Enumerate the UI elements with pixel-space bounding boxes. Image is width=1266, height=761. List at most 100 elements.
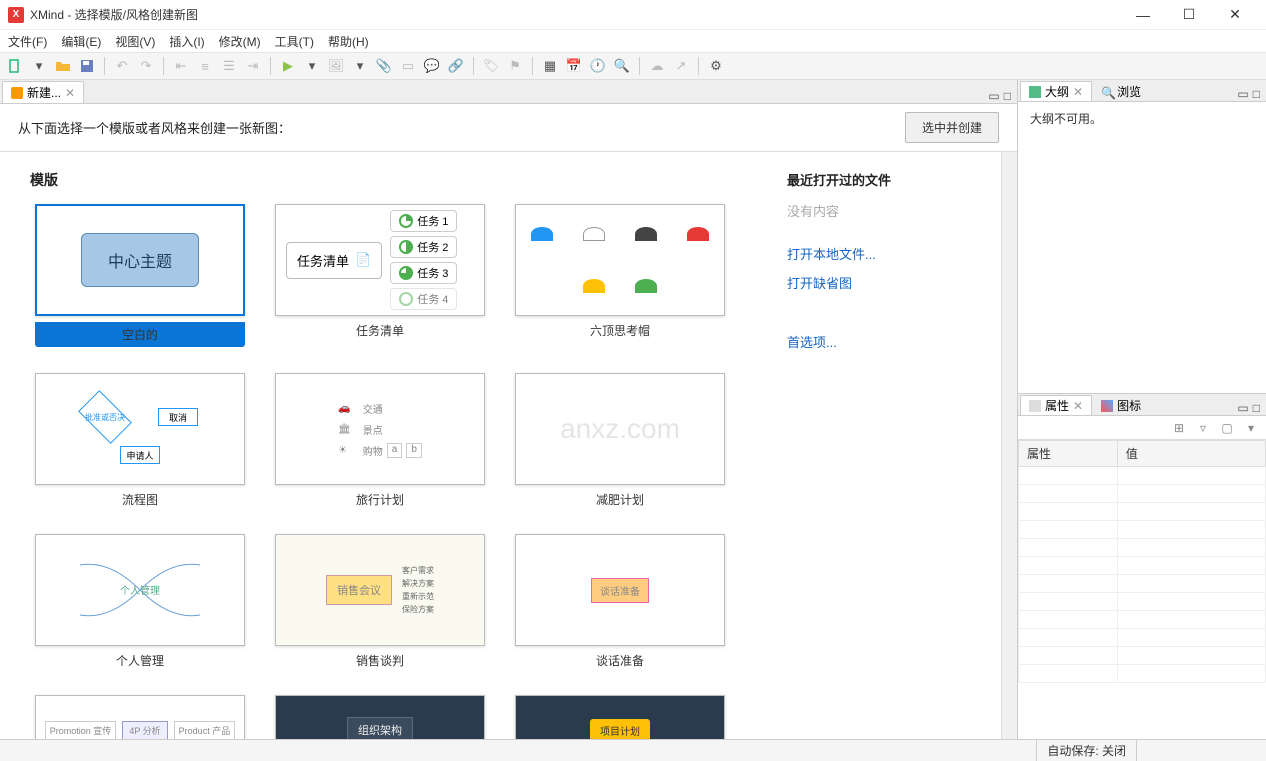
undo-icon[interactable]: ↶ xyxy=(111,55,133,77)
image-icon[interactable]: 🖼 xyxy=(325,55,347,77)
open-local-link[interactable]: 打开本地文件... xyxy=(787,244,985,263)
close-icon[interactable]: ✕ xyxy=(1073,85,1083,99)
table-row xyxy=(1019,485,1266,503)
table-row xyxy=(1019,575,1266,593)
instruction-text: 从下面选择一个模版或者风格来创建一张新图： xyxy=(18,118,905,137)
template-sixhats[interactable]: 六顶思考帽 xyxy=(510,204,730,347)
note-icon[interactable]: ▭ xyxy=(397,55,419,77)
menu-insert[interactable]: 插入(I) xyxy=(169,33,204,50)
template-label: 谈话准备 xyxy=(596,652,644,669)
outdent-icon[interactable]: ⇤ xyxy=(170,55,192,77)
zoom-icon[interactable]: 🔍 xyxy=(611,55,633,77)
template-diet[interactable]: anxz.com 减肥计划 xyxy=(510,373,730,508)
tab-new[interactable]: 新建... ✕ xyxy=(2,81,84,103)
template-flowchart[interactable]: 批准或否决 取消 申请人 流程图 xyxy=(30,373,250,508)
table-icon xyxy=(1029,400,1041,412)
menu-modify[interactable]: 修改(M) xyxy=(219,33,261,50)
window-title: XMind - 选择模版/风格创建新图 xyxy=(30,6,1120,23)
template-project[interactable]: 项目计划 xyxy=(510,695,730,739)
watermark: anxz.com xyxy=(560,413,680,445)
menu-help[interactable]: 帮助(H) xyxy=(328,33,369,50)
recent-heading: 最近打开过的文件 xyxy=(787,170,985,189)
preferences-link[interactable]: 首选项... xyxy=(787,332,985,351)
export-icon[interactable]: ↗ xyxy=(670,55,692,77)
open-folder-icon[interactable] xyxy=(52,55,74,77)
minimize-button[interactable]: ― xyxy=(1120,0,1166,30)
tab-icons[interactable]: 图标 xyxy=(1092,395,1150,415)
more-icon[interactable]: ▾ xyxy=(1242,419,1260,437)
menu-view[interactable]: 视图(V) xyxy=(115,33,155,50)
template-4p[interactable]: Promotion 宣传 4P 分析 Product 产品 xyxy=(30,695,250,739)
dropdown-icon[interactable]: ▾ xyxy=(28,55,50,77)
menu-tools[interactable]: 工具(T) xyxy=(275,33,314,50)
link-icon[interactable]: 🔗 xyxy=(445,55,467,77)
tree-icon[interactable]: ⊞ xyxy=(1170,419,1188,437)
dropdown-icon[interactable]: ▾ xyxy=(349,55,371,77)
template-personal[interactable]: 个人管理 个人管理 xyxy=(30,534,250,669)
table-row xyxy=(1019,647,1266,665)
properties-toolbar: ⊞ ▿ ▢ ▾ xyxy=(1018,416,1266,440)
play-icon[interactable]: ▶ xyxy=(277,55,299,77)
titlebar: X XMind - 选择模版/风格创建新图 ― ☐ ✕ xyxy=(0,0,1266,30)
minimize-view-icon[interactable]: ▭ xyxy=(988,89,999,103)
template-org[interactable]: 组织架构 xyxy=(270,695,490,739)
maximize-button[interactable]: ☐ xyxy=(1166,0,1212,30)
indent-icon[interactable]: ⇥ xyxy=(242,55,264,77)
settings-icon[interactable]: ⚙ xyxy=(705,55,727,77)
instruction-row: 从下面选择一个模版或者风格来创建一张新图： 选中并创建 xyxy=(0,104,1017,152)
menu-file[interactable]: 文件(F) xyxy=(8,33,47,50)
grid-icon[interactable]: ▦ xyxy=(539,55,561,77)
maximize-view-icon[interactable]: □ xyxy=(1004,89,1011,103)
template-tasklist[interactable]: 任务清单📄 任务 1 任务 2 任务 3 任务 4 任务清单 xyxy=(270,204,490,347)
template-travel[interactable]: 🚗交通 🏛景点 ☀购物ab 旅行计划 xyxy=(270,373,490,508)
minimize-icon[interactable]: ▭ xyxy=(1237,401,1248,415)
menu-edit[interactable]: 编辑(E) xyxy=(61,33,101,50)
clock-icon[interactable]: 🕐 xyxy=(587,55,609,77)
comment-icon[interactable]: 💬 xyxy=(421,55,443,77)
template-label: 销售谈判 xyxy=(356,652,404,669)
maximize-icon[interactable]: □ xyxy=(1253,401,1260,415)
tab-browse[interactable]: 🔍 浏览 xyxy=(1092,81,1150,101)
minimize-icon[interactable]: ▭ xyxy=(1237,87,1248,101)
separator xyxy=(698,57,699,75)
tag-icon[interactable]: 🏷 xyxy=(480,55,502,77)
calendar-icon[interactable]: 📅 xyxy=(563,55,585,77)
search-icon: 🔍 xyxy=(1101,86,1113,98)
redo-icon[interactable]: ↷ xyxy=(135,55,157,77)
tab-outline[interactable]: 大纲 ✕ xyxy=(1020,81,1092,101)
separator xyxy=(639,57,640,75)
list-icon[interactable]: ≡ xyxy=(194,55,216,77)
template-sales[interactable]: 销售会议 客户需求 解决方案 重新示范 保险方案 销售谈判 xyxy=(270,534,490,669)
maximize-icon[interactable]: □ xyxy=(1253,87,1260,101)
template-label: 空白的 xyxy=(122,328,158,342)
attachment-icon[interactable]: 📎 xyxy=(373,55,395,77)
menubar: 文件(F) 编辑(E) 视图(V) 插入(I) 修改(M) 工具(T) 帮助(H… xyxy=(0,30,1266,52)
close-icon[interactable]: ✕ xyxy=(1073,399,1083,413)
tab-close-icon[interactable]: ✕ xyxy=(65,86,75,100)
filter-icon[interactable]: ▿ xyxy=(1194,419,1212,437)
table-row xyxy=(1019,539,1266,557)
col-value[interactable]: 值 xyxy=(1117,441,1265,467)
template-talk[interactable]: 谈话准备 谈话准备 xyxy=(510,534,730,669)
table-row xyxy=(1019,521,1266,539)
align-icon[interactable]: ☰ xyxy=(218,55,240,77)
dropdown-icon[interactable]: ▾ xyxy=(301,55,323,77)
separator xyxy=(104,57,105,75)
table-row xyxy=(1019,611,1266,629)
cloud-up-icon[interactable]: ☁ xyxy=(646,55,668,77)
template-label: 旅行计划 xyxy=(356,491,404,508)
save-icon[interactable] xyxy=(76,55,98,77)
separator xyxy=(473,57,474,75)
properties-tabbar: 属性 ✕ 图标 ▭ □ xyxy=(1018,394,1266,416)
open-default-link[interactable]: 打开缺省图 xyxy=(787,273,985,292)
tab-properties[interactable]: 属性 ✕ xyxy=(1020,395,1092,415)
new-file-icon[interactable] xyxy=(4,55,26,77)
scrollbar[interactable] xyxy=(1001,152,1017,739)
document-tabbar: 新建... ✕ ▭ □ xyxy=(0,80,1017,104)
create-button[interactable]: 选中并创建 xyxy=(905,112,999,143)
template-blank[interactable]: 中心主题 空白的 xyxy=(30,204,250,347)
col-property[interactable]: 属性 xyxy=(1019,441,1118,467)
close-button[interactable]: ✕ xyxy=(1212,0,1258,30)
add-icon[interactable]: ▢ xyxy=(1218,419,1236,437)
flag-icon[interactable]: ⚑ xyxy=(504,55,526,77)
